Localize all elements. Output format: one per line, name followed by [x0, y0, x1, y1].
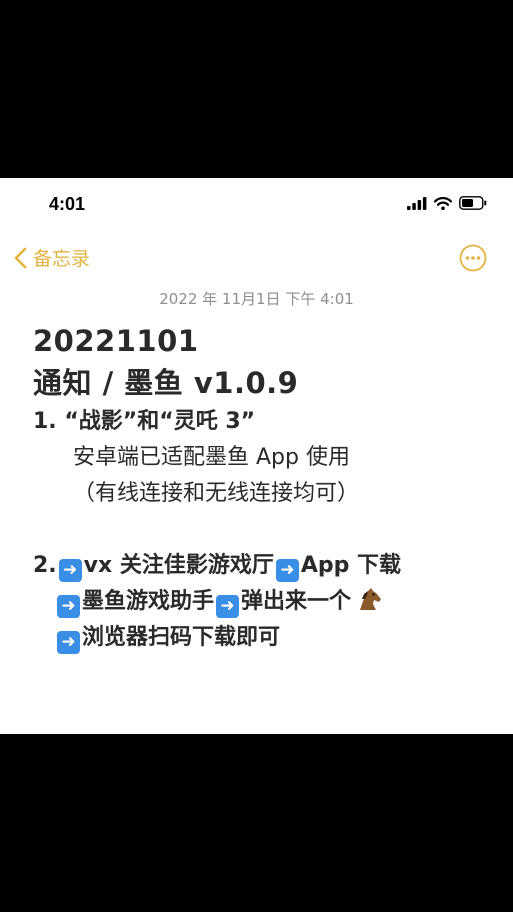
right-arrow-emoji: ➜: [57, 595, 80, 618]
note-body[interactable]: 20221101 通知 / 墨鱼 v1.0.9 1. “战影”和“灵吒 3” 安…: [33, 320, 503, 656]
item2-seg3: 墨鱼游戏助手: [82, 589, 215, 614]
item2-line1: 2. ➜ vx 关注佳影游戏厅 ➜ App 下载: [33, 548, 503, 584]
more-icon[interactable]: [459, 244, 487, 272]
horse-emoji: [360, 588, 382, 610]
item2-seg2: App 下载: [300, 553, 402, 578]
right-arrow-emoji: ➜: [216, 595, 240, 618]
back-button-label: 备忘录: [33, 248, 91, 270]
item1-line3: （有线连接和无线连接均可）: [73, 481, 360, 506]
item2-line3: ➜ 浏览器扫码下载即可: [33, 620, 503, 656]
item2-seg1: vx 关注佳影游戏厅: [83, 553, 274, 578]
note-date: 2022 年 11月1日 下午 4:01: [159, 290, 354, 308]
item2-prefix: 2.: [33, 553, 57, 578]
navigation-bar: 备忘录: [0, 240, 513, 280]
item2-seg5: 浏览器扫码下载即可: [82, 625, 281, 650]
status-icons: [407, 196, 487, 210]
item2-seg4: 弹出来一个: [241, 589, 352, 614]
item1-heading: 1. “战影”和“灵吒 3”: [33, 409, 256, 434]
signal-icon: [407, 196, 427, 210]
note-title-date: 20221101: [33, 324, 199, 358]
phone-screen: 4:01 备忘录 2022 年 11月1日 下午 4:01 20221101 通…: [0, 178, 513, 734]
back-button[interactable]: 备忘录: [14, 244, 90, 271]
right-arrow-emoji: ➜: [58, 559, 82, 582]
status-time: 4:01: [49, 194, 86, 214]
item2-line2: ➜ 墨鱼游戏助手 ➜ 弹出来一个: [33, 584, 503, 620]
right-arrow-emoji: ➜: [275, 559, 299, 582]
item1-line2: 安卓端已适配墨鱼 App 使用: [73, 445, 350, 470]
chevron-left-icon: [14, 247, 27, 268]
right-arrow-emoji: ➜: [57, 631, 80, 654]
battery-icon: [459, 196, 487, 210]
wifi-icon: [434, 196, 452, 210]
status-bar: 4:01: [0, 178, 513, 230]
note-title-heading: 通知 / 墨鱼 v1.0.9: [33, 366, 299, 400]
